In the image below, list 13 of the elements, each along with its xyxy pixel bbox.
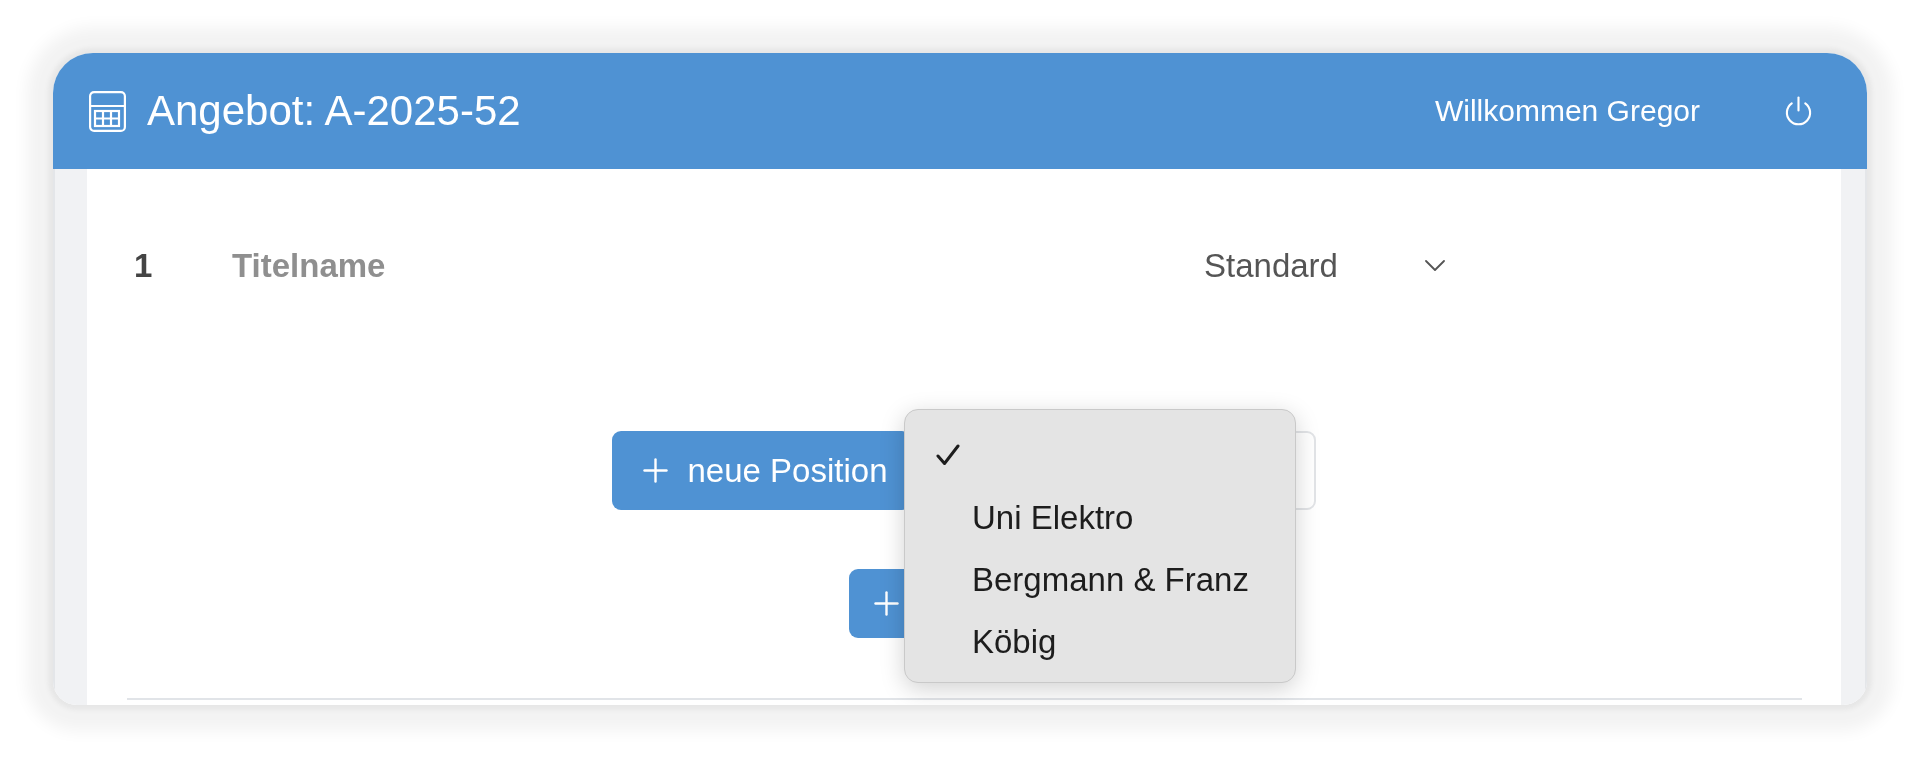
- checkmark-icon: [936, 444, 960, 466]
- page-title: Angebot: A-2025-52: [147, 90, 521, 132]
- power-icon[interactable]: [1784, 96, 1813, 126]
- calculator-icon: [89, 90, 126, 132]
- chevron-down-icon: [1425, 259, 1445, 271]
- row-number: 1: [134, 248, 154, 282]
- type-select[interactable]: Standard: [1204, 248, 1445, 282]
- plus-icon: [642, 458, 668, 483]
- welcome-text: Willkommen Gregor: [1434, 96, 1700, 126]
- title-name: Titelname: [232, 248, 387, 282]
- menu-item[interactable]: Köbig: [905, 610, 1065, 672]
- menu-item[interactable]: Bergmann & Franz: [905, 548, 1257, 610]
- plus-icon: [874, 591, 899, 616]
